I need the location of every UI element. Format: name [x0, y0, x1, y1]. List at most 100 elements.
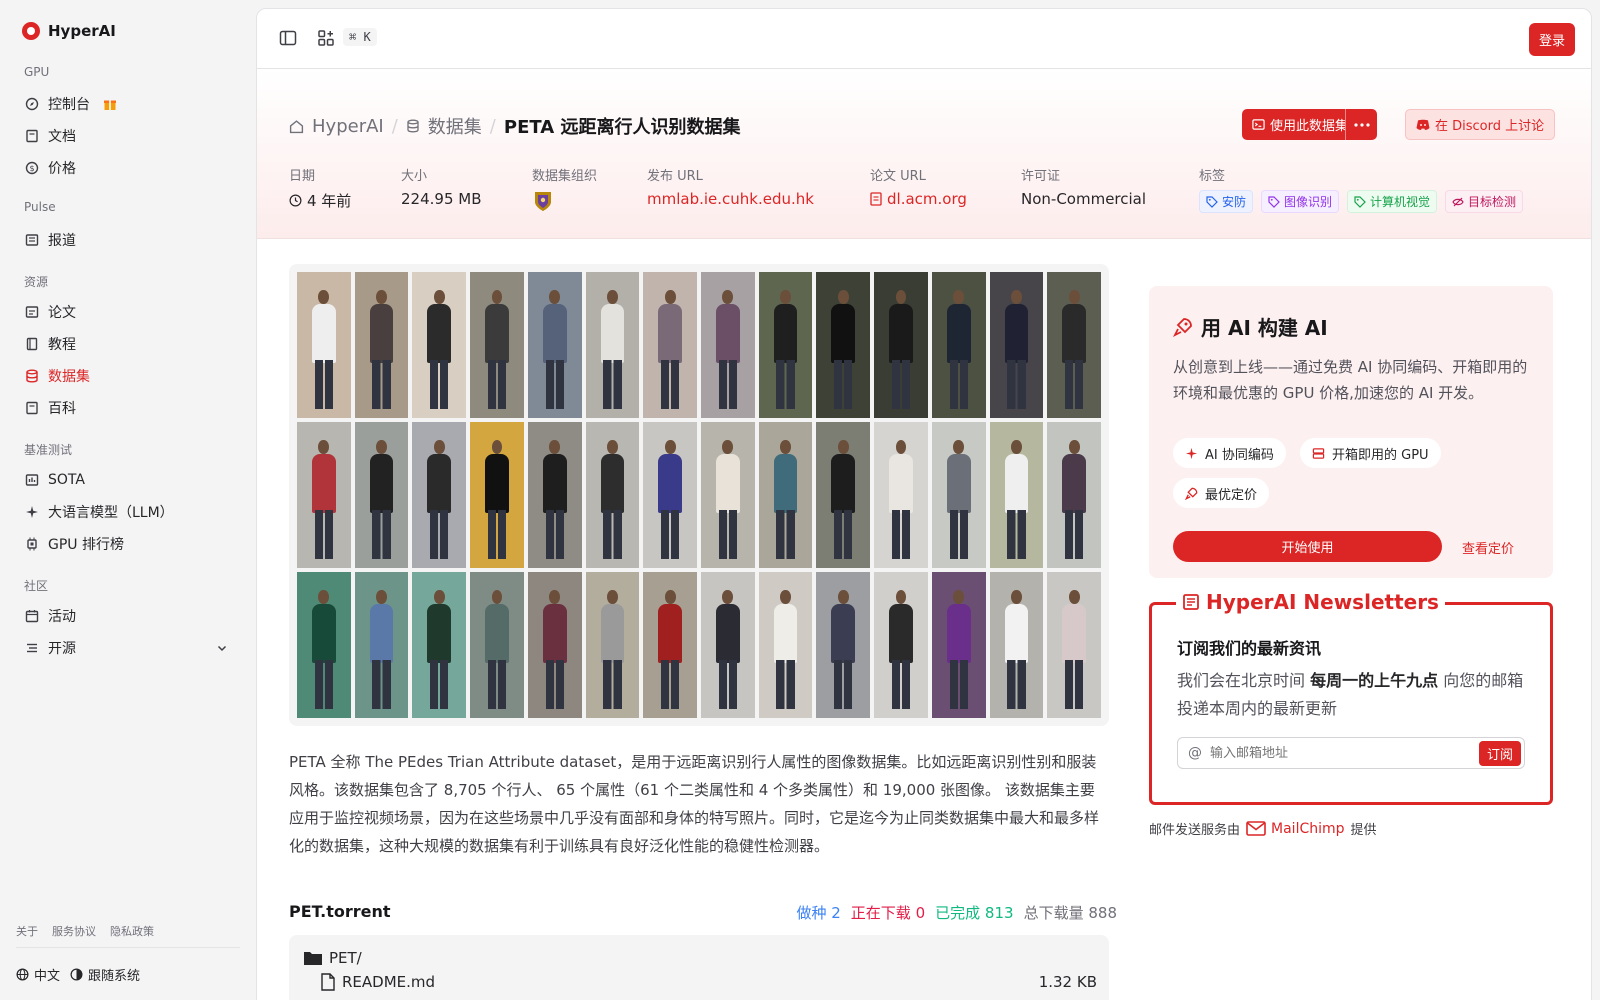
sidebar-item-label: 教程 — [48, 337, 76, 353]
mail-service-note: 邮件发送服务由 MailChimp 提供 — [1149, 819, 1377, 839]
section-title-benchmarks: 基准测试 — [24, 443, 73, 457]
view-pricing-link[interactable]: 查看定价 — [1462, 538, 1514, 557]
pedestrian-thumbnail — [585, 272, 640, 418]
gpu-ready-pill[interactable]: 开箱即用的 GPU — [1300, 438, 1441, 468]
file-row[interactable]: README.md — [320, 973, 435, 991]
command-shortcut[interactable]: ⌘ K — [343, 28, 377, 46]
figure-legs — [487, 659, 507, 710]
apps-icon[interactable] — [317, 29, 335, 47]
publish-url-link[interactable]: mmlab.ie.cuhk.edu.hk — [647, 190, 814, 208]
sidebar-item-label: 开源 — [48, 641, 76, 657]
tag-security[interactable]: 安防 — [1199, 190, 1254, 213]
get-started-button[interactable]: 开始使用 — [1173, 531, 1442, 562]
sidebar-item-papers[interactable]: 论文 — [16, 298, 240, 326]
sidebar-item-docs[interactable]: 文档 — [16, 122, 240, 150]
figure-body — [658, 604, 682, 663]
figure-legs — [487, 509, 507, 560]
figure-head — [607, 439, 618, 455]
sidebar-item-sota[interactable]: SOTA — [16, 466, 240, 494]
chevron-down-icon[interactable] — [216, 642, 228, 658]
figure-body — [1004, 604, 1029, 663]
tag-computer-vision[interactable]: 计算机视觉 — [1347, 190, 1438, 213]
figure-legs — [776, 659, 795, 710]
newspaper-icon — [1183, 594, 1199, 610]
tag-label: 目标检测 — [1468, 195, 1517, 209]
figure-head — [895, 289, 907, 305]
figure-legs — [776, 509, 795, 560]
figure-body — [369, 304, 394, 363]
meta-label: 许可证 — [1021, 169, 1061, 184]
sidebar-item-label: 大语言模型（LLM） — [48, 505, 174, 521]
tag-list: 安防 图像识别 计算机视觉 目标检测 — [1199, 190, 1524, 213]
sidebar-item-pricing[interactable]: $ 价格 — [16, 154, 240, 182]
figure-legs — [1007, 509, 1026, 560]
file-icon — [321, 973, 335, 991]
section-title-community: 社区 — [24, 579, 49, 593]
paper-url-link[interactable]: dl.acm.org — [870, 190, 967, 208]
figure-body — [542, 454, 567, 513]
sidebar-item-open-source[interactable]: 开源 — [16, 634, 240, 662]
sidebar-item-news[interactable]: 报道 — [16, 226, 240, 254]
tag-image-recognition[interactable]: 图像识别 — [1261, 190, 1340, 213]
meta-value: 4 年前 — [289, 190, 351, 211]
privacy-link[interactable]: 隐私政策 — [110, 923, 154, 939]
figure-legs — [372, 509, 391, 560]
sidebar-item-label: SOTA — [48, 472, 85, 488]
sidebar-item-label: 控制台 — [48, 97, 90, 113]
cuhk-logo-icon[interactable] — [532, 190, 554, 212]
tag-icon — [1268, 195, 1280, 208]
breadcrumb-home[interactable]: HyperAI — [312, 116, 384, 137]
folder-row[interactable]: PET/ — [303, 949, 362, 967]
language-switch[interactable]: 中文 — [16, 965, 60, 984]
sidebar-item-gpu-ranking[interactable]: GPU 排行榜 — [16, 530, 240, 558]
pill-label: 开箱即用的 GPU — [1332, 447, 1429, 463]
login-button[interactable]: 登录 — [1528, 23, 1575, 56]
figure-body — [427, 604, 452, 663]
sidebar-item-wiki[interactable]: 百科 — [16, 394, 240, 422]
figure-legs — [545, 659, 564, 710]
email-input[interactable] — [1210, 745, 1460, 761]
figure-body — [889, 604, 913, 663]
figure-body — [312, 304, 336, 363]
figure-body — [485, 604, 509, 663]
best-pricing-pill[interactable]: 最优定价 — [1173, 478, 1270, 508]
paper-icon — [25, 305, 39, 319]
paper-url-text: dl.acm.org — [887, 190, 967, 208]
sidebar-item-tutorials[interactable]: 教程 — [16, 330, 240, 358]
tag-object-detection[interactable]: 目标检测 — [1445, 190, 1524, 213]
clock-icon — [289, 194, 302, 207]
sidebar-toggle-icon[interactable] — [279, 29, 297, 47]
discord-discuss-button[interactable]: 在 Discord 上讨论 — [1405, 109, 1556, 140]
pedestrian-thumbnail — [412, 572, 467, 718]
pedestrian-thumbnail — [643, 272, 697, 418]
sidebar-item-label: 百科 — [48, 401, 76, 417]
figure-head — [433, 589, 445, 605]
figure-head — [953, 439, 965, 455]
sidebar-item-events[interactable]: 活动 — [16, 602, 240, 630]
sidebar-item-datasets[interactable]: 数据集 — [16, 362, 240, 390]
figure-head — [780, 589, 791, 605]
figure-head — [664, 589, 676, 605]
about-link[interactable]: 关于 — [16, 923, 38, 939]
newsletter-subtitle: 订阅我们的最新资讯 — [1177, 639, 1322, 658]
pedestrian-thumbnail — [874, 422, 928, 568]
terms-link[interactable]: 服务协议 — [52, 923, 96, 939]
completed-stat: 已完成 813 — [935, 902, 1013, 923]
figure-body — [1004, 454, 1029, 513]
mailchimp-link[interactable]: MailChimp — [1246, 821, 1345, 837]
use-dataset-button[interactable]: 使用此数据集 — [1242, 109, 1359, 140]
theme-switch[interactable]: 跟随系统 — [70, 965, 140, 984]
hyperai-logo-icon — [22, 22, 40, 40]
figure-head — [549, 439, 561, 455]
list-icon — [25, 641, 39, 655]
figure-legs — [603, 659, 622, 710]
breadcrumb-datasets[interactable]: 数据集 — [428, 113, 482, 139]
brand-logo[interactable]: HyperAI — [22, 22, 116, 40]
figure-head — [491, 289, 503, 305]
more-options-button[interactable] — [1345, 109, 1377, 140]
sidebar-item-llm[interactable]: 大语言模型（LLM） — [16, 498, 240, 526]
ai-coding-pill[interactable]: AI 协同编码 — [1173, 438, 1286, 468]
sidebar-item-console[interactable]: 控制台 — [16, 90, 240, 118]
subscribe-button[interactable]: 订阅 — [1478, 741, 1521, 766]
pedestrian-thumbnail — [758, 572, 813, 718]
